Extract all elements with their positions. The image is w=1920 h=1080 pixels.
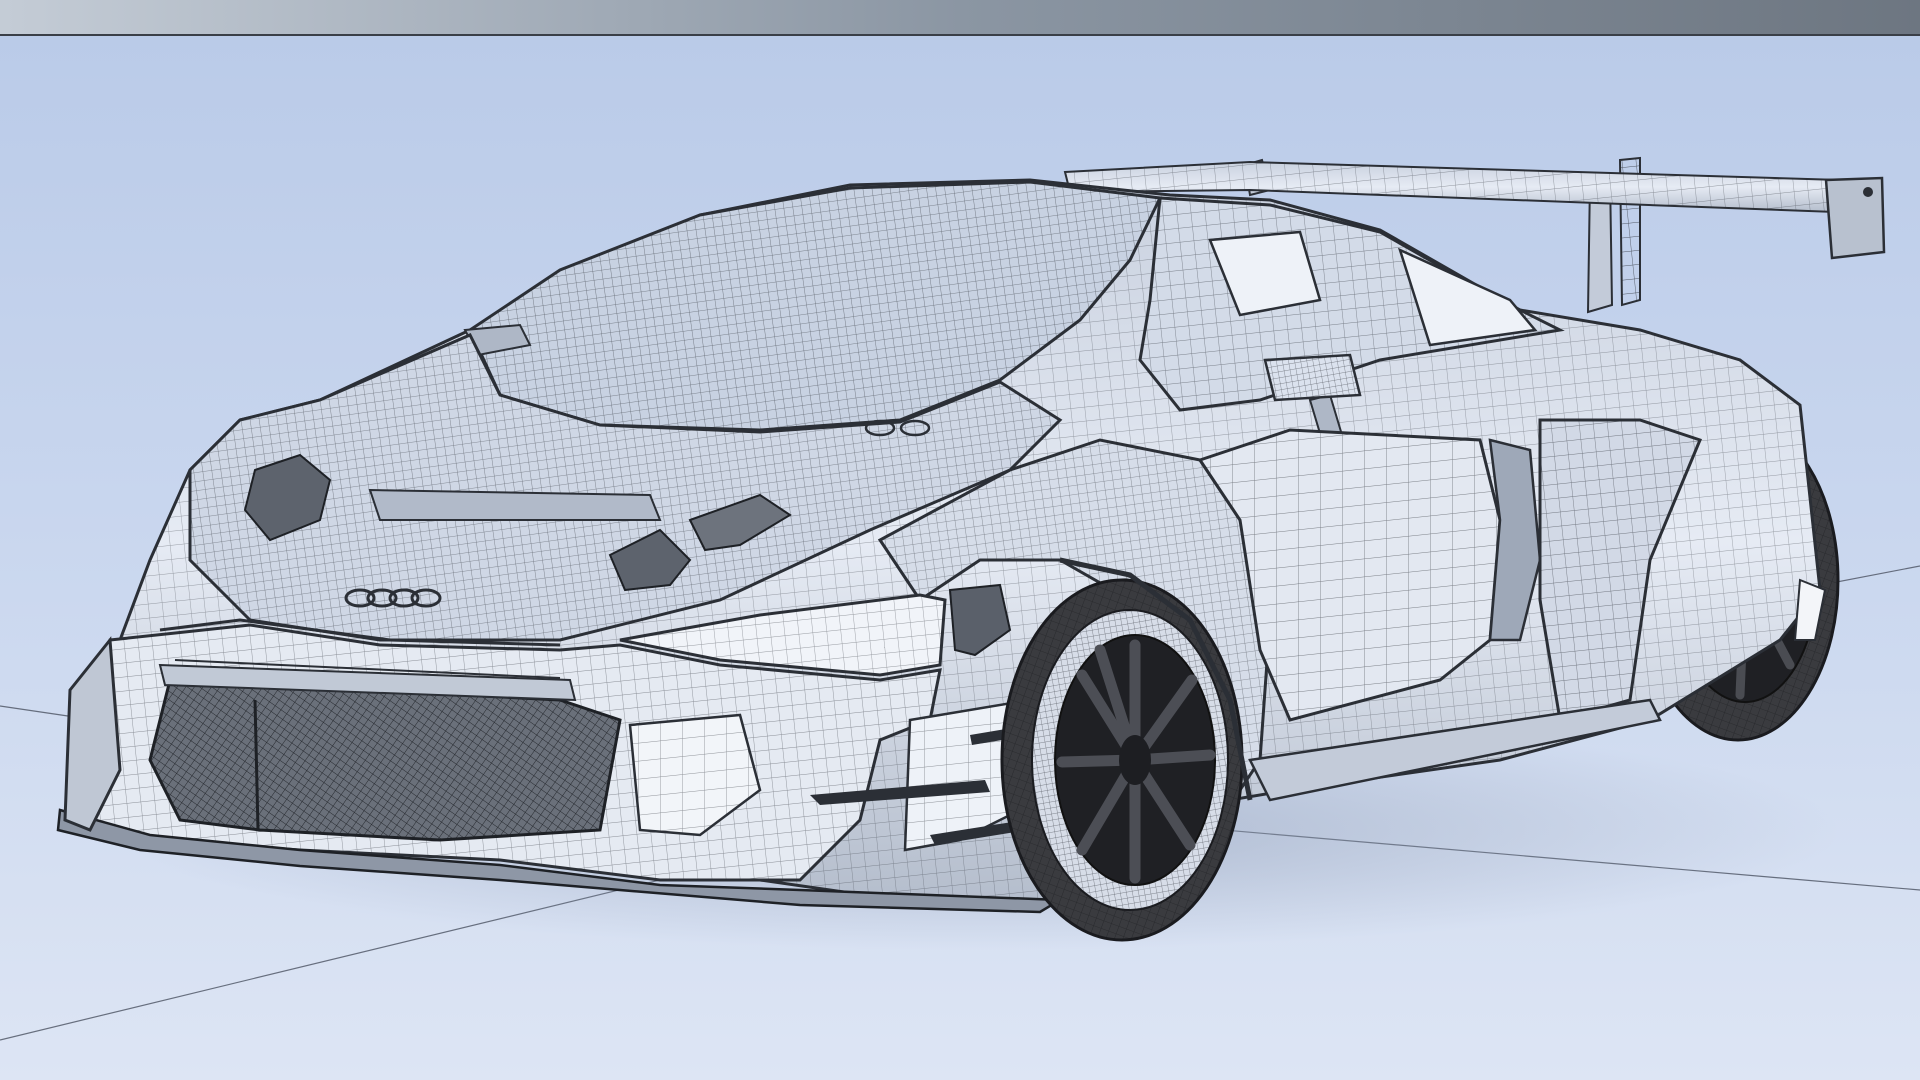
- hood-louver: [368, 488, 662, 521]
- top-band: [0, 0, 1920, 34]
- render-viewport[interactable]: [0, 0, 1920, 1080]
- wing-endplate-bolt: [1863, 187, 1873, 197]
- front-wheel: [1000, 578, 1244, 942]
- front-grille-mesh: [150, 680, 620, 840]
- mirror-head-mesh: [1265, 355, 1360, 400]
- hub: [1119, 735, 1151, 785]
- wing-endplate: [1824, 176, 1886, 260]
- wireframe-render: [0, 0, 1920, 1080]
